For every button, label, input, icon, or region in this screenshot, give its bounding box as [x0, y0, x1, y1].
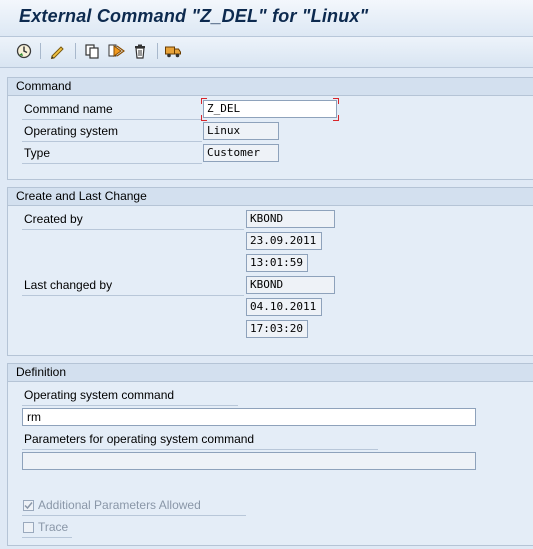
type-field: Customer	[203, 144, 279, 162]
label-underline	[22, 405, 238, 406]
label-underline	[22, 295, 244, 296]
additional-params-checkbox[interactable]	[23, 500, 34, 511]
application-toolbar	[0, 37, 533, 68]
created-by-label: Created by	[24, 212, 83, 226]
operating-system-label: Operating system	[24, 124, 119, 138]
toolbar-separator	[75, 43, 76, 59]
operating-system-field: Linux	[203, 122, 279, 140]
delete-icon[interactable]	[131, 42, 149, 60]
label-underline	[22, 515, 246, 516]
where-used-icon[interactable]	[107, 42, 126, 60]
definition-group-header: Definition	[8, 364, 533, 382]
label-underline	[22, 449, 378, 450]
command-group-header: Command	[8, 78, 533, 96]
copy-icon[interactable]	[83, 42, 101, 60]
edit-icon[interactable]	[48, 42, 66, 60]
created-date-field: 23.09.2011	[246, 232, 322, 250]
os-command-label: Operating system command	[24, 388, 175, 402]
parameters-field	[22, 452, 476, 470]
trace-checkbox[interactable]	[23, 522, 34, 533]
label-underline	[22, 537, 72, 538]
focus-corner	[201, 115, 207, 121]
execute-icon[interactable]	[15, 42, 33, 60]
created-by-field: KBOND	[246, 210, 335, 228]
label-underline	[22, 229, 244, 230]
parameters-label: Parameters for operating system command	[24, 432, 255, 446]
focus-corner	[201, 98, 207, 104]
type-label: Type	[24, 146, 51, 160]
changed-date-field: 04.10.2011	[246, 298, 322, 316]
trace-label: Trace	[38, 520, 69, 534]
definition-group: Definition Operating system command rm P…	[7, 363, 533, 546]
changed-by-field: KBOND	[246, 276, 335, 294]
focus-corner	[333, 98, 339, 104]
transport-icon[interactable]	[164, 42, 182, 60]
title-bar: External Command "Z_DEL" for "Linux"	[0, 0, 533, 37]
created-time-field: 13:01:59	[246, 254, 308, 272]
label-underline	[22, 141, 202, 142]
os-command-field[interactable]: rm	[22, 408, 476, 426]
create-change-group: Create and Last Change Created by KBOND …	[7, 187, 533, 356]
toolbar-separator	[40, 43, 41, 59]
create-change-group-header: Create and Last Change	[8, 188, 533, 206]
command-group: Command Command name Z_DEL Operating sys…	[7, 77, 533, 180]
page-title: External Command "Z_DEL" for "Linux"	[19, 6, 369, 26]
command-name-field[interactable]: Z_DEL	[203, 100, 337, 118]
last-changed-by-label: Last changed by	[24, 278, 113, 292]
checkmark-icon	[24, 502, 33, 510]
toolbar-separator	[157, 43, 158, 59]
focus-corner	[333, 115, 339, 121]
label-underline	[22, 119, 202, 120]
additional-params-label: Additional Parameters Allowed	[38, 498, 201, 512]
command-name-label: Command name	[24, 102, 113, 116]
changed-time-field: 17:03:20	[246, 320, 308, 338]
label-underline	[22, 163, 202, 164]
